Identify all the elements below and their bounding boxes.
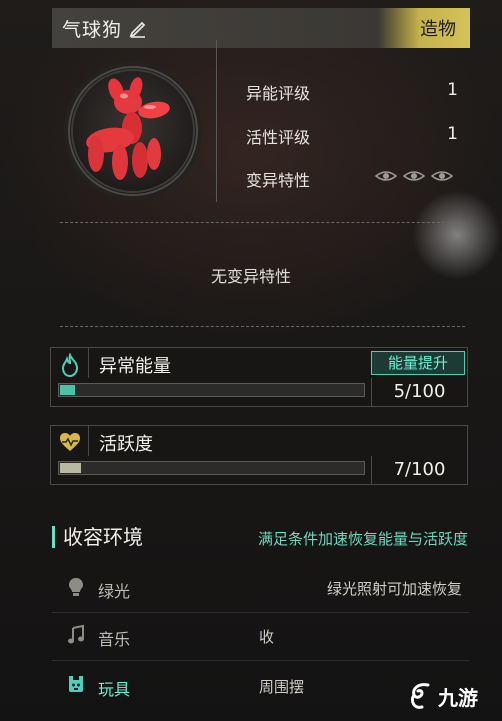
mutation-trait-eyes[interactable] (374, 167, 456, 185)
balloon-dog-portrait (68, 66, 198, 196)
activity-bar (58, 461, 365, 475)
ability-rating-label: 异能评级 (246, 84, 311, 103)
mutation-trait-label: 变异特性 (246, 171, 311, 190)
panel-separator (88, 348, 89, 378)
item-header: 气球狗 造物 (52, 8, 470, 48)
containment-title: 收容环境 (52, 526, 143, 548)
abnormal-energy-fill (60, 385, 75, 395)
watermark-logo: 九游 (408, 676, 500, 716)
edit-pencil-icon[interactable] (128, 18, 148, 38)
divider-dashed (60, 222, 465, 223)
activity-panel: 活跃度 7/100 (50, 425, 468, 485)
env-separator (52, 660, 470, 661)
env-label-green-light: 绿光 (98, 582, 131, 601)
containment-hint: 满足条件加速恢复能量与活跃度 (257, 530, 468, 548)
env-desc-toy: 周围摆 (258, 678, 304, 696)
abnormal-energy-count: 5/100 (371, 378, 467, 406)
watermark-text: 九游 (438, 685, 478, 710)
no-mutation-text: 无变异特性 (210, 267, 291, 286)
item-name: 气球狗 (62, 18, 123, 41)
music-note-icon (66, 624, 86, 646)
abnormal-energy-title: 异常能量 (99, 356, 171, 377)
env-desc-green-light: 绿光照射可加速恢复 (326, 580, 462, 598)
abnormal-energy-bar (58, 383, 365, 397)
lightbulb-icon (66, 576, 86, 598)
category-tag: 造物 (378, 8, 470, 48)
env-row-green-light[interactable]: 绿光 绿光照射可加速恢复 (52, 566, 470, 610)
toy-icon (66, 674, 86, 696)
heart-pulse-icon (59, 431, 81, 455)
activity-rating-value: 1 (447, 124, 458, 144)
panel-separator (88, 426, 89, 456)
ability-rating-value: 1 (447, 80, 458, 100)
divider-dashed (60, 326, 465, 327)
flame-icon (59, 352, 81, 378)
abnormal-energy-panel: 异常能量 能量提升 5/100 (50, 347, 468, 407)
watermark-swirl-icon (410, 683, 430, 709)
portrait-divider (216, 40, 217, 202)
env-label-music: 音乐 (98, 630, 131, 649)
env-separator (52, 612, 470, 613)
env-desc-music: 收 (258, 628, 274, 646)
activity-title: 活跃度 (99, 434, 153, 455)
activity-fill (60, 463, 81, 473)
activity-rating-label: 活性评级 (246, 128, 311, 147)
env-label-toy: 玩具 (98, 680, 131, 699)
activity-count: 7/100 (371, 456, 467, 484)
env-row-music[interactable]: 音乐 收 (52, 614, 470, 658)
energy-boost-button[interactable]: 能量提升 (371, 351, 465, 375)
